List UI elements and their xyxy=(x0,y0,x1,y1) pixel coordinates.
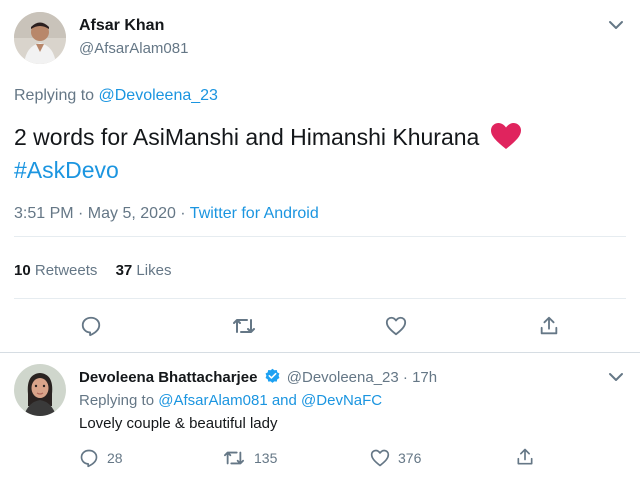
timestamp[interactable]: 3:51 PM · May 5, 2020 · xyxy=(14,205,186,222)
divider xyxy=(14,236,626,237)
like-icon[interactable] xyxy=(385,315,407,337)
divider xyxy=(14,298,626,299)
reply-replying-to-link-1[interactable]: @AfsarAlam081 xyxy=(158,392,267,409)
retweet-icon[interactable] xyxy=(232,315,256,337)
retweet-count: 135 xyxy=(254,450,278,466)
likes-label: Likes xyxy=(136,262,172,279)
reply-chevron-down-icon[interactable] xyxy=(607,370,625,384)
replying-to-line: Replying to @Devoleena_23 xyxy=(14,87,218,105)
reply-replying-to-line: Replying to @AfsarAlam081 and @DevNaFC xyxy=(79,392,382,409)
hashtag-link[interactable]: #AskDevo xyxy=(14,155,119,185)
reply-text: Lovely couple & beautiful lady xyxy=(79,415,278,432)
reply-replying-to-link-2[interactable]: @DevNaFC xyxy=(301,392,382,409)
tweet-text: 2 words for AsiManshi and Himanshi Khura… xyxy=(14,121,634,158)
like-icon xyxy=(370,448,390,468)
reply-header: Devoleena Bhattacharjee @Devoleena_23 · … xyxy=(79,368,437,389)
reply-retweet-action[interactable]: 135 xyxy=(222,448,277,468)
reply-share-icon[interactable] xyxy=(515,447,535,467)
share-icon[interactable] xyxy=(538,315,560,337)
reply-replying-prefix: Replying to xyxy=(79,392,155,409)
reply-icon xyxy=(79,448,99,468)
author-avatar[interactable] xyxy=(14,12,66,64)
retweets-count: 10 xyxy=(14,262,31,279)
divider xyxy=(0,352,640,353)
likes-count: 37 xyxy=(115,262,133,279)
replying-prefix: Replying to xyxy=(14,87,95,104)
replying-to-link[interactable]: @Devoleena_23 xyxy=(99,87,218,104)
reply-time[interactable]: · 17h xyxy=(403,369,437,386)
chevron-down-icon[interactable] xyxy=(607,18,625,32)
reply-author-handle[interactable]: @Devoleena_23 xyxy=(287,369,399,386)
retweets-label: Retweets xyxy=(34,262,98,279)
timestamp-line: 3:51 PM · May 5, 2020 · Twitter for Andr… xyxy=(14,205,319,223)
heart-emoji-icon xyxy=(490,122,522,158)
tweet-text-main: 2 words for AsiManshi and Himanshi Khura… xyxy=(14,124,480,150)
author-name[interactable]: Afsar Khan xyxy=(79,17,164,35)
likes-stat[interactable]: 37 Likes xyxy=(116,262,172,279)
engagement-stats: 10 Retweets 37 Likes xyxy=(14,262,171,279)
reply-icon[interactable] xyxy=(80,315,102,337)
reply-replying-and: and xyxy=(271,392,297,409)
retweets-stat[interactable]: 10 Retweets xyxy=(14,262,102,279)
reply-author-avatar[interactable] xyxy=(14,364,66,416)
reply-count: 28 xyxy=(107,450,123,466)
reply-like-action[interactable]: 376 xyxy=(370,448,421,468)
verified-badge-icon xyxy=(264,368,281,389)
reply-author-name[interactable]: Devoleena Bhattacharjee xyxy=(79,369,257,386)
reply-reply-action[interactable]: 28 xyxy=(79,448,123,468)
like-count: 376 xyxy=(398,450,422,466)
retweet-icon xyxy=(222,448,246,468)
author-handle[interactable]: @AfsarAlam081 xyxy=(79,40,188,57)
source-link[interactable]: Twitter for Android xyxy=(190,205,319,222)
